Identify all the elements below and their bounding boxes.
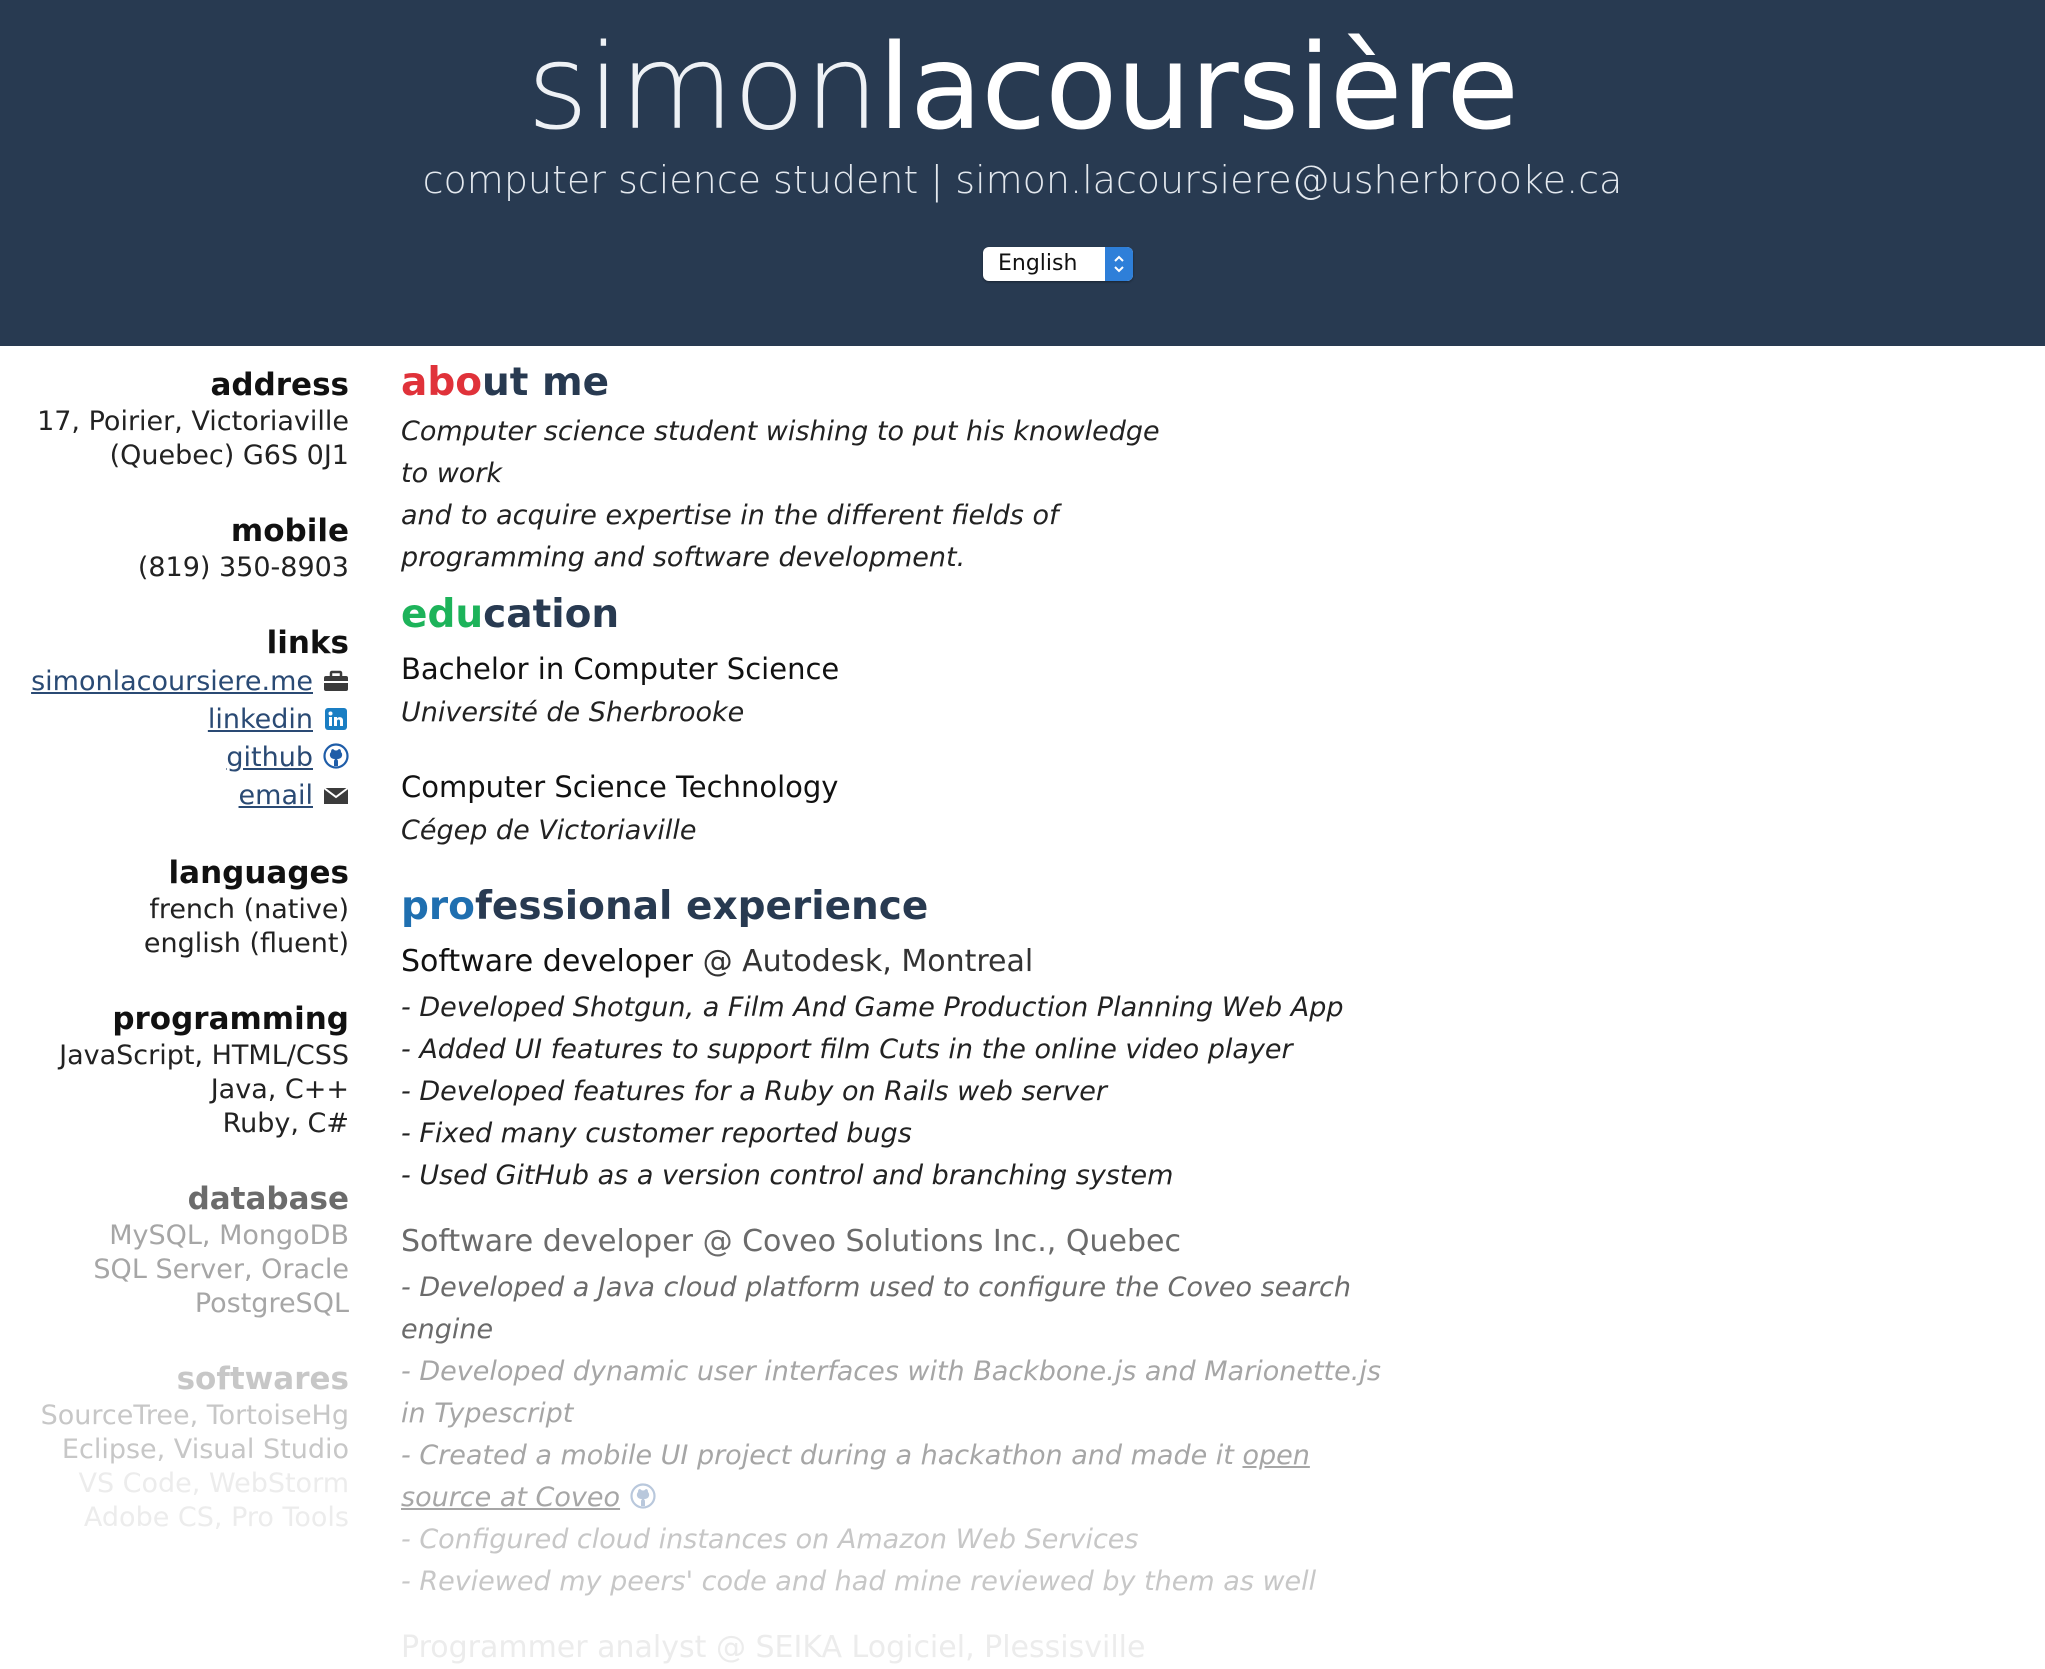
experience-title: professional experience	[401, 879, 1401, 935]
address-title: address	[210, 367, 349, 403]
database-block: database MySQL, MongoDB SQL Server, Orac…	[0, 1179, 349, 1321]
about-line: Computer science student wishing to put …	[401, 416, 1160, 489]
language-line: english (fluent)	[143, 928, 349, 959]
softwares-line: VS Code, WebStorm	[78, 1468, 349, 1499]
envelope-icon	[323, 780, 349, 804]
programming-title: programming	[112, 1001, 349, 1037]
database-line: MySQL, MongoDB	[109, 1220, 349, 1251]
programming-line: JavaScript, HTML/CSS	[59, 1040, 349, 1071]
page-title: simonlacoursière	[0, 22, 2045, 152]
link-github-anchor[interactable]: github	[226, 742, 313, 773]
softwares-line: Eclipse, Visual Studio	[61, 1434, 349, 1465]
sidebar: address 17, Poirier, Victoriaville (Queb…	[0, 365, 349, 1573]
about-line: programming and software development.	[401, 542, 966, 573]
link-linkedin: linkedin	[0, 701, 349, 739]
job-company: @ Autodesk, Montreal	[702, 944, 1034, 979]
experience-title-rest: fessional experience	[474, 884, 929, 929]
link-email-anchor[interactable]: email	[239, 780, 313, 811]
job-role: Programmer analyst	[401, 1630, 707, 1665]
job-company: @ SEIKA Logiciel, Plessisville	[715, 1630, 1146, 1665]
link-website: simonlacoursiere.me	[0, 663, 349, 701]
header-banner: simonlacoursière computer science studen…	[0, 0, 2045, 346]
job-company: @ Coveo Solutions Inc., Quebec	[702, 1224, 1181, 1259]
education-title-rest: cation	[483, 592, 620, 637]
mobile-number: (819) 350-8903	[137, 552, 349, 583]
briefcase-icon	[323, 666, 349, 691]
programming-line: Java, C++	[210, 1074, 349, 1105]
softwares-line: Adobe CS, Pro Tools	[83, 1502, 349, 1533]
mobile-block: mobile (819) 350-8903	[0, 511, 349, 585]
school-name: Université de Sherbrooke	[401, 697, 745, 728]
job-bullet: - Added UI features to support film Cuts…	[401, 1034, 1293, 1065]
education-title: education	[401, 587, 1401, 643]
job-bullet: - Configured cloud instances on Amazon W…	[401, 1524, 1139, 1555]
language-line: french (native)	[149, 894, 349, 925]
programming-block: programming JavaScript, HTML/CSS Java, C…	[0, 999, 349, 1141]
database-line: PostgreSQL	[194, 1288, 349, 1319]
link-website-anchor[interactable]: simonlacoursiere.me	[31, 666, 313, 697]
job-bullet: - Developed features for a Ruby on Rails…	[401, 1076, 1107, 1107]
about-text: Computer science student wishing to put …	[401, 411, 1161, 579]
mobile-title: mobile	[230, 513, 349, 549]
linkedin-icon	[323, 704, 349, 730]
chevron-updown-icon	[1105, 247, 1133, 281]
about-title-accent: abo	[401, 360, 483, 405]
degree-title: Bachelor in Computer Science	[401, 652, 840, 686]
job-bullet: - Fixed many customer reported bugs	[401, 1118, 912, 1149]
address-line: 17, Poirier, Victoriaville	[37, 406, 349, 437]
job-bullet-text: - Created a mobile UI project during a h…	[401, 1440, 1243, 1471]
job-role: Software developer	[401, 944, 694, 979]
links-block: links simonlacoursiere.me linkedin githu…	[0, 623, 349, 815]
address-block: address 17, Poirier, Victoriaville (Queb…	[0, 365, 349, 473]
last-name: lacoursière	[878, 18, 1519, 156]
softwares-title: softwares	[176, 1361, 349, 1397]
programming-line: Ruby, C#	[222, 1108, 349, 1139]
github-icon	[323, 742, 349, 769]
job-heading: Programmer analyst @ SEIKA Logiciel, Ple…	[401, 1627, 1401, 1669]
database-line: SQL Server, Oracle	[93, 1254, 349, 1285]
languages-title: languages	[168, 855, 349, 891]
main-content: about me Computer science student wishin…	[401, 355, 1401, 1669]
degree-title: Computer Science Technology	[401, 770, 839, 804]
github-icon	[630, 1480, 656, 1509]
job-bullet: - Developed a Java cloud platform used t…	[401, 1272, 1351, 1345]
job-role: Software developer	[401, 1224, 694, 1259]
job-bullet: - Reviewed my peers' code and had mine r…	[401, 1566, 1317, 1597]
link-email: email	[0, 777, 349, 815]
education-title-accent: edu	[401, 592, 484, 637]
about-title: about me	[401, 355, 1401, 411]
experience-title-accent: pro	[401, 884, 475, 929]
links-title: links	[266, 625, 349, 661]
job-heading: Software developer @ Coveo Solutions Inc…	[401, 1221, 1401, 1263]
address-line: (Quebec) G6S 0J1	[109, 440, 349, 471]
language-select-value: English	[998, 251, 1078, 276]
school-name: Cégep de Victoriaville	[401, 815, 697, 846]
job-bullet: - Developed Shotgun, a Film And Game Pro…	[401, 992, 1344, 1023]
job-heading: Software developer @ Autodesk, Montreal	[401, 941, 1401, 983]
database-title: database	[187, 1181, 349, 1217]
first-name: simon	[526, 18, 879, 156]
link-github: github	[0, 739, 349, 777]
about-title-rest: ut me	[482, 360, 610, 405]
softwares-line: SourceTree, TortoiseHg	[40, 1400, 349, 1431]
link-linkedin-anchor[interactable]: linkedin	[208, 704, 313, 735]
job-bullet: - Used GitHub as a version control and b…	[401, 1160, 1174, 1191]
language-select[interactable]: English	[983, 247, 1133, 281]
languages-block: languages french (native) english (fluen…	[0, 853, 349, 961]
softwares-block: softwares SourceTree, TortoiseHg Eclipse…	[0, 1359, 349, 1535]
about-line: and to acquire expertise in the differen…	[401, 500, 1059, 531]
job-bullet-with-link: - Created a mobile UI project during a h…	[401, 1435, 1401, 1519]
tagline: computer science student | simon.lacours…	[422, 158, 1623, 202]
job-bullet: - Developed dynamic user interfaces with…	[401, 1356, 1381, 1429]
